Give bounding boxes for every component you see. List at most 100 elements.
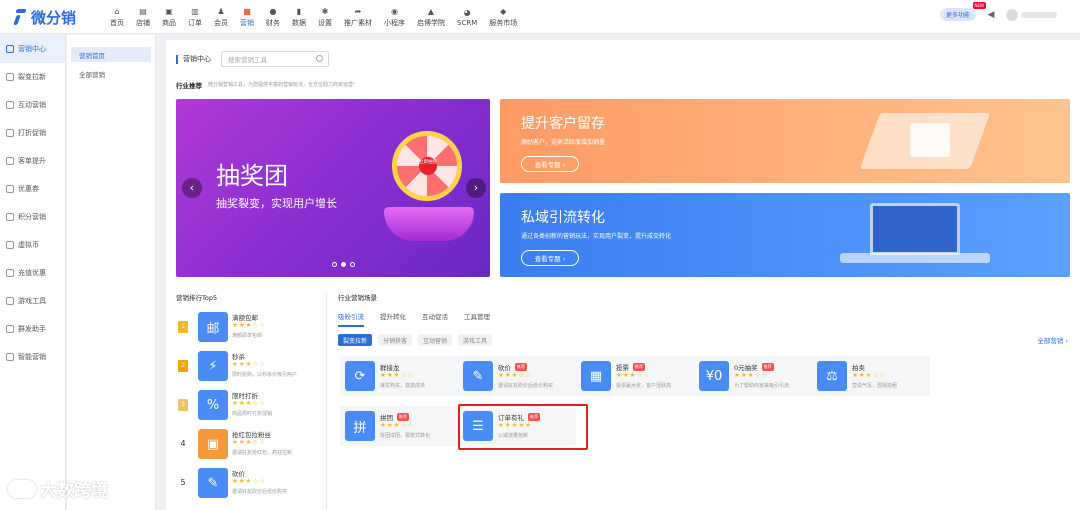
tool-card[interactable]: 拼拼团 推荐 ★★★☆☆ 拼团成团，裂变式转化	[340, 406, 458, 446]
carousel-dot[interactable]	[350, 262, 355, 267]
ranking-row[interactable]: 5 ✎ 砍价 ★★★☆☆ 邀请好友砍价后低价购买	[176, 464, 326, 503]
brand-logo[interactable]: 微分销	[14, 7, 76, 27]
nav-item-13[interactable]: ◆ 服务市场	[483, 0, 523, 34]
ranking-row[interactable]: 2 ⚡ 秒杀 ★★★☆☆ 限时抢购，以秒杀价吸引用户	[176, 347, 326, 386]
rank-tool-icon: ✎	[198, 468, 228, 498]
volume-icon[interactable]: ◀	[986, 10, 996, 20]
illustration-monitor	[870, 203, 960, 255]
banner-retention-button[interactable]: 查看专题 ›	[521, 156, 579, 172]
rank-number: 5	[180, 478, 186, 487]
highlight-box	[458, 404, 588, 450]
sidebar-item-9[interactable]: 游戏工具	[0, 287, 65, 315]
sidebar-item-2[interactable]: 互动营销	[0, 91, 65, 119]
watermark-text: 大数跨境	[40, 481, 108, 501]
nav-item-10[interactable]: ◉ 小程序	[378, 0, 411, 34]
tool-card[interactable]: ⟳ 群接龙 ★★★☆☆ 接龙购买，激发成单	[340, 356, 458, 396]
carousel-prev-button[interactable]: ‹	[182, 178, 202, 198]
scene-tab-0[interactable]: 吸粉引流	[338, 311, 364, 327]
rank-tool-icon: ▣	[198, 429, 228, 459]
scene-tab-3[interactable]: 工具管理	[464, 311, 490, 327]
data-icon: ▮	[296, 6, 302, 16]
sidebar-item-7[interactable]: 虚拟币	[0, 231, 65, 259]
scene-chip-2[interactable]: 互动营销	[418, 334, 453, 346]
sidebar-item-8[interactable]: 充值优惠	[0, 259, 65, 287]
nav-item-7[interactable]: ▮ 数据	[286, 0, 312, 34]
nav-item-3[interactable]: ▥ 订单	[182, 0, 208, 34]
nav-label: 商品	[162, 18, 176, 27]
scene-chip-1[interactable]: 分销获客	[378, 334, 413, 346]
scene-tab-2[interactable]: 互动促活	[422, 311, 448, 327]
banner-lottery-group[interactable]: 立即抽奖 抽奖团 抽奖裂变，实现用户增长 ‹ ›	[176, 99, 490, 277]
scene-tab-1[interactable]: 提升转化	[380, 311, 406, 327]
sidebar-item-6[interactable]: 积分营销	[0, 203, 65, 231]
search-icon[interactable]	[316, 55, 323, 62]
banner-private-button[interactable]: 查看专题 ›	[521, 250, 579, 266]
nav-item-11[interactable]: ▲ 启博学院	[411, 0, 451, 34]
scene-chip-0[interactable]: 裂变拉新	[338, 334, 373, 346]
carousel-dot-active[interactable]	[341, 262, 346, 267]
rank-star-rating: ★★★☆☆	[232, 321, 267, 329]
nav-item-6[interactable]: ● 财务	[260, 0, 286, 34]
carousel-next-button[interactable]: ›	[466, 178, 486, 198]
banner-private-traffic[interactable]: 私域引流转化 通过各类创新的营销玩法，实现用户裂变，提升成交转化 查看专题 ›	[500, 193, 1070, 277]
tool-card[interactable]: ¥0 0元抽奖 推荐 ★★★☆☆ 为了帮助商家来吸引引流	[694, 356, 812, 396]
sidebar: 营销中心裂变拉新互动营销 打折促销客单提升优惠券 积分营销虚拟币充值优惠游戏工具 群发…	[0, 35, 66, 510]
banner-retention[interactable]: 提升客户留存 激励客户，提高活跃度增加销量 查看专题 ›	[500, 99, 1070, 183]
sidebar-item-10[interactable]: 群发助手	[0, 315, 65, 343]
nav-item-8[interactable]: ✱ 设置	[312, 0, 338, 34]
all-marketing-link[interactable]: 全部营销 ›	[1037, 335, 1068, 345]
rank-number: 3	[178, 399, 188, 411]
nav-item-1[interactable]: ▤ 店铺	[130, 0, 156, 34]
nav-item-12[interactable]: ◕ SCRM	[451, 0, 483, 34]
page-title-text: 营销中心	[183, 55, 211, 63]
nav-item-0[interactable]: ⌂ 首页	[104, 0, 130, 34]
sidebar-item-0[interactable]: 营销中心	[0, 35, 65, 63]
sidebar-item-label: 客单提升	[18, 157, 46, 165]
sidebar-item-icon	[6, 73, 14, 81]
rank-tool-icon: ⚡	[198, 351, 228, 381]
avatar	[1006, 8, 1018, 21]
tool-card-stars: ★★★☆☆	[380, 371, 415, 379]
sidebar-item-label: 充值优惠	[18, 269, 46, 277]
recommend-title: 行业推荐	[176, 82, 202, 90]
new-badge: NEW	[972, 2, 986, 9]
ranking-row[interactable]: 3% 限时打折 ★★★☆☆ 商品限时打折促销	[176, 386, 326, 425]
banner-retention-title: 提升客户留存	[521, 116, 605, 132]
rank-number: 1	[178, 321, 188, 333]
sidebar-item-1[interactable]: 裂变拉新	[0, 63, 65, 91]
sidebar-item-3[interactable]: 打折促销	[0, 119, 65, 147]
user-menu[interactable]	[1006, 8, 1062, 21]
sidebar-item-label: 裂变拉新	[18, 73, 46, 81]
sidebar-item-label: 虚拟币	[18, 241, 39, 249]
top-nav: ⌂ 首页 ▤ 店铺 ▣ 商品 ▥ 订单 ♟ 会员 ■ 营销 ● 财务 ▮ 数据 ✱ 设置 ➦ 推广素材 ◉ 小程序 ▲ 启博学…	[104, 0, 523, 34]
nav-item-9[interactable]: ➦ 推广素材	[338, 0, 378, 34]
ranking-title: 营销排行Top5	[176, 294, 218, 302]
nav-label: 营销	[240, 18, 254, 27]
carousel-dot[interactable]	[332, 262, 337, 267]
nav-item-5[interactable]: ■ 营销	[234, 0, 260, 34]
order-icon: ▥	[191, 6, 199, 16]
sidebar-item-11[interactable]: 智能营销	[0, 343, 65, 371]
ranking-row[interactable]: 4 ▣ 抢红包拉粉丝 ★★★☆☆ 邀请好友抢红包，疯狂拉新	[176, 425, 326, 464]
member-icon: ♟	[217, 6, 225, 16]
sidebar-item-icon	[6, 45, 14, 53]
sidebar-item-4[interactable]: 客单提升	[0, 147, 65, 175]
subnav-item-1[interactable]: 全部营销	[71, 66, 151, 81]
nav-label: 设置	[318, 18, 332, 27]
nav-item-2[interactable]: ▣ 商品	[156, 0, 182, 34]
tool-card[interactable]: ✎ 砍价 推荐 ★★★☆☆ 邀请好友砍价后低价购买	[458, 356, 576, 396]
scene-chip-3[interactable]: 游戏工具	[458, 334, 493, 346]
ranking-row[interactable]: 1 邮满额包邮 ★★★☆☆ 满额即享包邮	[176, 308, 326, 347]
watermark-logo-icon	[8, 479, 36, 498]
more-features-button[interactable]: 更多功能 NEW	[939, 2, 986, 21]
search-input[interactable]: 搜索营销工具	[221, 51, 329, 67]
tool-card[interactable]: ⚖ 拍卖 ★★★☆☆ 营造气氛，围观拍租	[812, 356, 930, 396]
banner-main-title: 抽奖团	[216, 162, 288, 190]
subnav-item-0[interactable]: 营销首页	[71, 47, 151, 62]
logo-icon	[14, 8, 28, 26]
nav-item-4[interactable]: ♟ 会员	[208, 0, 234, 34]
rank-tool-icon: 邮	[198, 312, 228, 342]
goods-icon: ▣	[165, 6, 173, 16]
sidebar-item-5[interactable]: 优惠券	[0, 175, 65, 203]
tool-card[interactable]: ▦ 投票 推荐 ★★★☆☆ 投票赢大奖，客户活跃高	[576, 356, 694, 396]
